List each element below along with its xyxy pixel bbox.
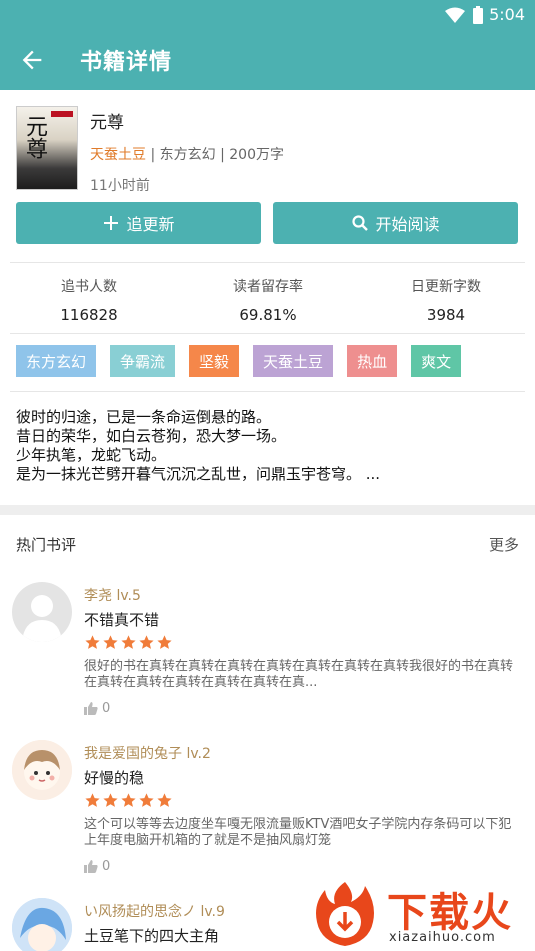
tag-list: 东方玄幻 争霸流 坚毅 天蚕土豆 热血 爽文	[16, 345, 462, 377]
divider	[10, 262, 525, 263]
avatar	[12, 898, 72, 951]
avatar	[12, 740, 72, 800]
more-reviews-link[interactable]: 更多	[489, 534, 519, 555]
tag-item[interactable]: 天蚕土豆	[253, 345, 334, 377]
review-body: 很好的书在真转在真转在真转在真转在真转在真转在真转我很好的书在真转在真转在真转在…	[84, 659, 514, 690]
start-reading-button[interactable]: 开始阅读	[273, 202, 518, 244]
reviews-section-title: 热门书评	[16, 536, 77, 554]
book-word-count: 200万字	[229, 147, 284, 163]
follow-updates-button[interactable]: 追更新	[16, 202, 261, 244]
review-body: 这个可以等等去边度坐车嘎无限流量贩KTV酒吧女子学院内存条码可以下犯上年度电脑开…	[84, 817, 512, 848]
stat-label: 读者留存率	[233, 279, 303, 295]
tag-item[interactable]: 东方玄幻	[16, 345, 97, 377]
book-cover[interactable]: 元尊	[16, 106, 78, 190]
flame-logo-icon	[316, 882, 374, 946]
watermark-url: xiazaihuo.com	[389, 930, 496, 945]
book-description[interactable]: 彼时的归途，已是一条命运倒悬的路。 昔日的荣华，如白云苍狗，恐大梦一场。 少年执…	[16, 408, 521, 484]
star-icon	[121, 635, 136, 649]
stat-followers: 追书人数 116828	[9, 276, 169, 324]
divider	[10, 333, 525, 334]
star-icon	[139, 635, 154, 649]
status-bar: 5:04	[0, 0, 535, 30]
stat-label: 日更新字数	[411, 279, 481, 295]
description-line: 少年执笔，龙蛇飞动。	[16, 446, 167, 464]
status-time: 5:04	[489, 5, 525, 24]
back-arrow-icon[interactable]	[18, 46, 46, 74]
default-user-icon	[22, 595, 62, 642]
tag-item[interactable]: 爽文	[411, 345, 462, 377]
tag-item[interactable]: 坚毅	[189, 345, 240, 377]
wifi-icon	[445, 7, 465, 23]
like-count[interactable]: 0	[84, 859, 110, 874]
book-meta: 天蚕土豆 | 东方玄幻 | 200万字	[90, 144, 284, 164]
star-rating	[84, 792, 173, 809]
update-time: 11小时前	[90, 178, 150, 194]
stat-value: 3984	[426, 306, 466, 324]
user-avatar-icon	[12, 898, 72, 951]
tag-item[interactable]: 热血	[347, 345, 398, 377]
user-avatar-icon	[12, 740, 72, 800]
star-icon	[121, 793, 136, 807]
stat-retention: 读者留存率 69.81%	[188, 276, 348, 324]
meta-separator: |	[215, 147, 230, 163]
book-category: 东方玄幻	[159, 147, 216, 163]
star-icon	[103, 793, 118, 807]
book-title: 元尊	[90, 113, 124, 133]
review-title: 不错真不错	[84, 611, 160, 629]
meta-separator: |	[146, 147, 160, 163]
battery-icon	[473, 6, 483, 24]
plus-icon	[104, 216, 119, 230]
like-count[interactable]: 0	[84, 701, 110, 716]
star-icon	[157, 793, 172, 807]
section-gap	[0, 505, 535, 515]
book-author[interactable]: 天蚕土豆	[90, 147, 146, 163]
review-user[interactable]: 我是爱国的兔子 lv.2	[84, 743, 211, 763]
search-icon	[352, 215, 369, 231]
star-icon	[157, 635, 172, 649]
tag-item[interactable]: 争霸流	[110, 345, 176, 377]
star-icon	[85, 635, 100, 649]
description-line: 是为一抹光芒劈开暮气沉沉之乱世，问鼎玉宇苍穹。 ...	[16, 465, 381, 483]
avatar	[12, 582, 72, 642]
start-reading-label: 开始阅读	[375, 215, 440, 234]
page-title: 书籍详情	[80, 50, 173, 75]
site-watermark: 下载火 xiazaihuo.com	[311, 880, 529, 948]
cover-badge	[51, 111, 73, 117]
description-line: 彼时的归途，已是一条命运倒悬的路。	[16, 408, 272, 426]
cover-title: 元尊	[22, 115, 47, 159]
star-icon	[139, 793, 154, 807]
star-icon	[103, 635, 118, 649]
review-title: 土豆笔下的四大主角	[84, 927, 220, 945]
stat-value: 69.81%	[239, 306, 297, 324]
review-user[interactable]: い风扬起的思念ノ lv.9	[84, 901, 225, 921]
like-count-value: 0	[102, 859, 111, 874]
review-user[interactable]: 李尧 lv.5	[84, 585, 141, 605]
star-icon	[85, 793, 100, 807]
stat-label: 追书人数	[61, 279, 117, 295]
thumbs-up-icon	[84, 860, 98, 873]
follow-updates-label: 追更新	[126, 215, 175, 234]
stat-value: 116828	[60, 306, 118, 324]
divider	[10, 391, 525, 392]
star-rating	[84, 634, 173, 651]
review-title: 好慢的稳	[84, 769, 145, 787]
thumbs-up-icon	[84, 702, 98, 715]
description-line: 昔日的荣华，如白云苍狗，恐大梦一场。	[16, 427, 287, 445]
app-bar: 书籍详情	[0, 30, 535, 90]
like-count-value: 0	[102, 701, 111, 716]
stat-daily-words: 日更新字数 3984	[366, 276, 526, 324]
